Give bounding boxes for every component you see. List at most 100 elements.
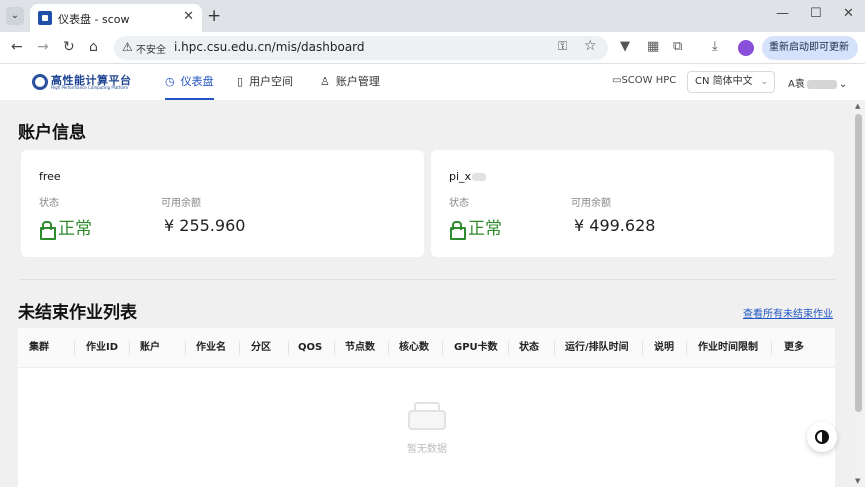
language-value: CN 简体中文 [695,76,753,87]
view-all-jobs-link[interactable]: 查看所有未结束作业 [743,305,833,320]
column-separator [74,341,75,355]
column-separator [771,341,772,355]
empty-text: 暂无数据 [407,444,447,455]
column-header[interactable]: 更多 [784,328,804,368]
minimize-icon[interactable]: — [776,6,789,21]
browser-tab[interactable]: 仪表盘 - scow ✕ [30,4,202,32]
scow-hpc-label: SCOW HPC [621,75,677,86]
download-icon[interactable]: ⤓ [712,39,718,54]
app-header: 高性能计算平台 High Performance Computing Platf… [0,64,865,100]
account-status-text: 正常 [58,219,92,239]
logo-subtext: High Performance Computing Platform [51,85,129,90]
insecure-label[interactable]: 不安全 [136,41,166,56]
book-icon: ▯ [237,75,244,88]
status-label: 状态 [39,198,59,209]
column-separator [642,341,643,355]
browser-toolbar: ← → ↻ ⌂ ⚠ 不安全 i.hpc.csu.edu.cn/mis/dashb… [0,32,865,77]
tab-title: 仪表盘 - scow [58,13,130,26]
jobs-table: 集群 作业ID 账户 作业名 分区 QOS 节点数 核心数 GPU卡数 状态 运… [18,328,835,487]
profile-avatar-icon[interactable] [738,40,754,56]
column-separator [508,341,509,355]
column-header[interactable]: 核心数 [399,328,429,368]
qr-code-icon[interactable]: ▦ [647,39,659,54]
menu-dashboard[interactable]: ◷ 仪表盘 [165,64,214,100]
table-body: 暂无数据 [18,368,835,487]
column-header[interactable]: 作业名 [196,328,226,368]
extension-v-icon[interactable]: ▼ [620,39,630,54]
column-separator [554,341,555,355]
window-close-icon[interactable]: ✕ [843,6,854,21]
column-header[interactable]: 运行/排队时间 [565,328,629,368]
theme-toggle-button[interactable] [807,422,837,452]
language-select[interactable]: CN 简体中文 ⌄ [687,71,775,93]
column-header[interactable]: 作业ID [86,328,118,368]
column-header[interactable]: QOS [298,328,322,368]
account-status-text: 正常 [468,219,502,239]
menu-account-management[interactable]: ♙ 账户管理 [320,64,380,100]
update-button[interactable]: 重新启动即可更新 ⋮ [762,36,858,77]
warning-icon[interactable]: ⚠ [122,40,133,54]
address-bar[interactable]: ⚠ 不安全 i.hpc.csu.edu.cn/mis/dashboard ⚿ ☆ [114,36,608,60]
account-info-title: 账户信息 [18,123,86,143]
balance-label: 可用余额 [161,198,201,209]
account-status: 正常 [39,214,92,240]
tab-close-icon[interactable]: ✕ [183,9,194,24]
extensions-puzzle-icon[interactable]: ⧉ [673,39,682,54]
account-balance: ¥ 255.960 [164,216,246,235]
url-text[interactable]: i.hpc.csu.edu.cn/mis/dashboard [174,40,365,54]
user-chevron-icon: ⌄ [838,79,848,90]
column-header[interactable]: 作业时间限制 [698,328,758,368]
column-separator [239,341,240,355]
reload-icon[interactable]: ↻ [63,39,75,55]
scroll-down-icon[interactable]: ▼ [855,477,860,485]
contrast-icon [815,430,829,444]
user-icon: ♙ [320,75,330,88]
status-label: 状态 [449,198,469,209]
scow-hpc-link[interactable]: ▭SCOW HPC [612,75,676,86]
column-header[interactable]: 账户 [140,328,160,368]
maximize-icon[interactable]: ☐ [810,6,822,21]
forward-icon[interactable]: → [37,39,49,55]
browser-tab-bar: ⌄ 仪表盘 - scow ✕ + — ☐ ✕ [0,0,865,32]
account-name-text: pi_x [449,170,472,183]
column-header[interactable]: 节点数 [345,328,375,368]
logo-icon[interactable] [32,74,48,90]
user-name-redacted [806,79,837,89]
column-separator [388,341,389,355]
column-header[interactable]: 分区 [251,328,271,368]
column-separator [288,341,289,355]
tab-list-button[interactable]: ⌄ [6,7,24,25]
account-balance: ¥ 499.628 [574,216,656,235]
chevron-down-icon: ⌄ [760,77,768,87]
balance-label: 可用余额 [571,198,611,209]
page-scrollbar[interactable]: ▲ ▼ [852,100,865,487]
column-separator [442,341,443,355]
home-icon[interactable]: ⌂ [89,39,98,55]
account-name: free [39,170,61,183]
account-name: pi_x [449,170,487,183]
bookmark-star-icon[interactable]: ☆ [584,38,597,54]
back-icon[interactable]: ← [11,39,23,55]
account-name-redacted [472,173,487,181]
account-status: 正常 [449,214,502,240]
column-header[interactable]: 集群 [29,328,49,368]
new-tab-button[interactable]: + [207,6,221,26]
scroll-up-icon[interactable]: ▲ [855,102,860,110]
menu-user-space-label: 用户空间 [249,75,294,88]
scrollbar-thumb[interactable] [855,114,862,412]
section-divider [20,279,835,280]
column-header[interactable]: GPU卡数 [454,328,498,368]
user-name-prefix: A袁 [788,79,805,90]
empty-inbox-icon [406,402,448,430]
main-content: 账户信息 free 状态 可用余额 正常 ¥ 255.960 pi_x 状态 可… [0,100,852,487]
user-menu[interactable]: A袁 ⌄ [788,75,847,90]
menu-user-space[interactable]: ▯ 用户空间 [237,64,293,100]
column-separator [185,341,186,355]
column-header[interactable]: 说明 [654,328,674,368]
column-separator [686,341,687,355]
password-key-icon[interactable]: ⚿ [558,39,567,54]
column-separator [129,341,130,355]
column-header[interactable]: 状态 [519,328,539,368]
table-header: 集群 作业ID 账户 作业名 分区 QOS 节点数 核心数 GPU卡数 状态 运… [18,328,835,368]
unlock-icon [449,221,466,240]
